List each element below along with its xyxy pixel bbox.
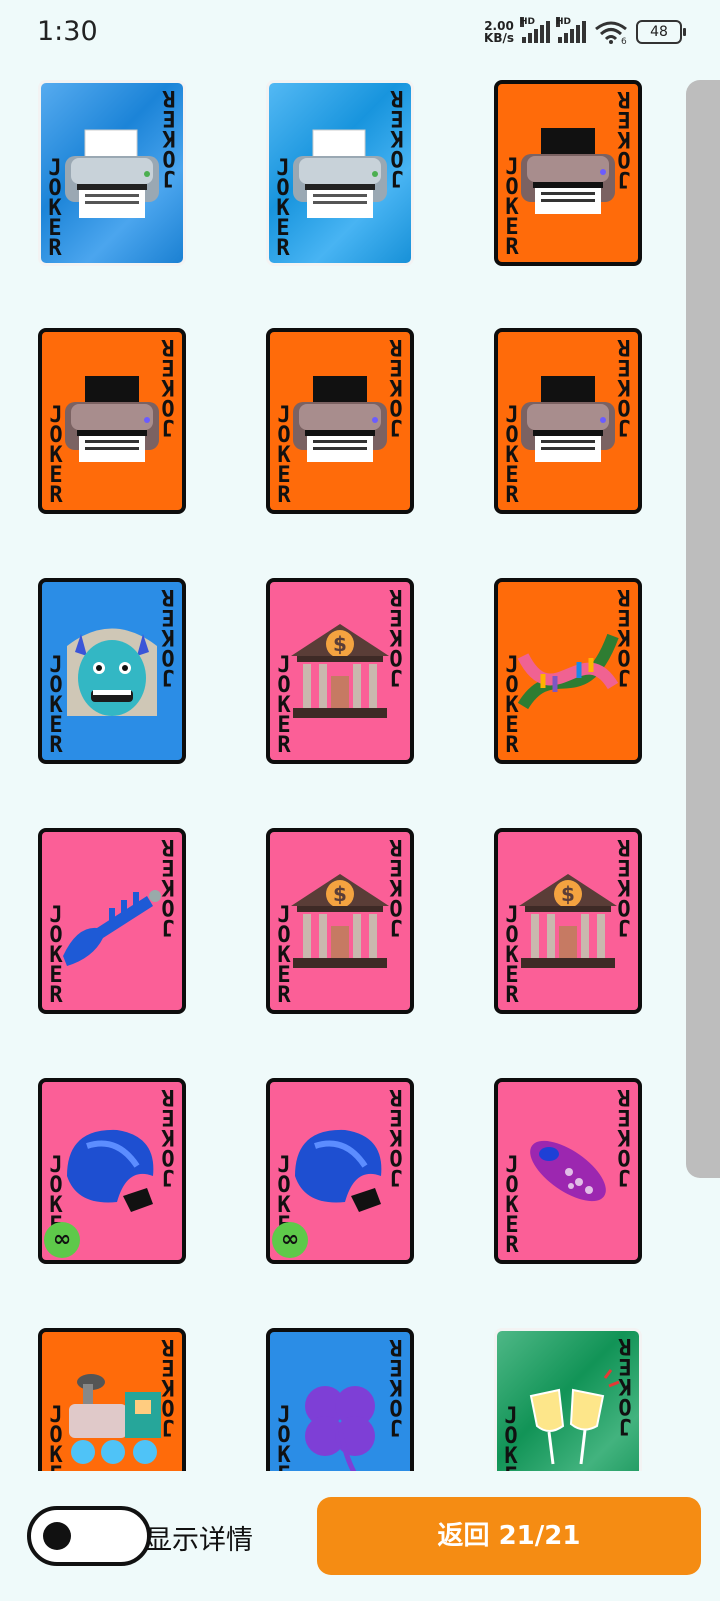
card-label-right: J O K E R xyxy=(389,834,403,939)
card-label-right: J O K E R xyxy=(617,834,631,939)
signal-icon: HD xyxy=(520,17,550,43)
card-label-right: J O K E R xyxy=(390,85,404,190)
card-label-right: J O K E R xyxy=(618,1333,632,1438)
toggle-knob xyxy=(43,1522,71,1550)
card-label-left: J O K E R xyxy=(505,155,519,260)
fortune-cookie-icon xyxy=(57,1116,167,1226)
signal-icon: HD xyxy=(556,17,586,43)
svg-text:$: $ xyxy=(561,882,575,906)
card-label-right: J O K E R xyxy=(389,1084,403,1189)
back-button[interactable]: 返回 21/21 xyxy=(317,1497,701,1575)
joker-card[interactable]: J O K E RJ O K E R xyxy=(266,328,414,514)
card-label-right: J O K E R xyxy=(389,584,403,689)
wifi-icon: 6 xyxy=(595,21,627,44)
network-speed: 2.00 KB/s xyxy=(484,19,514,45)
card-label-left: J O K E R xyxy=(49,403,63,508)
printer-icon xyxy=(57,118,167,228)
card-label-right: J O K E R xyxy=(161,1084,175,1189)
bank-icon: $ xyxy=(513,866,623,976)
printer-icon xyxy=(285,118,395,228)
card-label-right: J O K E R xyxy=(617,1084,631,1189)
card-label-left: J O K E R xyxy=(505,403,519,508)
clock: 1:30 xyxy=(37,16,98,47)
card-label-left: J O K E R xyxy=(505,903,519,1008)
svg-text:$: $ xyxy=(333,632,347,656)
show-details-toggle[interactable] xyxy=(27,1506,151,1566)
joker-card[interactable]: J O K E RJ O K E R xyxy=(38,828,186,1014)
joker-card[interactable]: J O K E RJ O K E R xyxy=(38,328,186,514)
locomotive-icon xyxy=(57,1366,167,1471)
joker-card[interactable]: J O K E RJ O K E R xyxy=(38,578,186,764)
card-label-right: J O K E R xyxy=(161,334,175,439)
joker-card[interactable]: J O K E RJ O K E R xyxy=(494,1328,642,1471)
joker-card[interactable]: J O K E RJ O K E R xyxy=(494,578,642,764)
joker-card[interactable]: J O K E RJ O K E R xyxy=(266,1328,414,1471)
joker-card[interactable]: J O K E RJ O K E R xyxy=(494,1078,642,1264)
card-label-left: J O K E R xyxy=(277,1403,291,1472)
scrollbar[interactable] xyxy=(686,80,720,1178)
joker-card[interactable]: J O K E RJ O K E R xyxy=(38,80,186,266)
card-label-left: J O K E R xyxy=(277,403,291,508)
joker-card[interactable]: J O K E RJ O K E R xyxy=(494,328,642,514)
printer-dark-icon xyxy=(513,366,623,476)
champagne-toast-icon xyxy=(513,1366,623,1471)
printer-dark-icon xyxy=(285,366,395,476)
joker-card[interactable]: J O K E RJ O K E R xyxy=(266,80,414,266)
card-label-left: J O K E R xyxy=(505,1153,519,1258)
card-label-right: J O K E R xyxy=(162,85,176,190)
card-label-left: J O K E R xyxy=(49,653,63,758)
card-label-right: J O K E R xyxy=(389,334,403,439)
status-icons: 2.00 KB/s HD HD 6 48 xyxy=(484,17,686,45)
card-label-left: J O K E R xyxy=(49,1403,63,1472)
microbe-icon xyxy=(513,1116,623,1226)
card-label-right: J O K E R xyxy=(617,334,631,439)
battery-icon: 48 xyxy=(636,20,686,44)
bank-icon: $ xyxy=(285,616,395,726)
infinity-badge: ∞ xyxy=(272,1222,308,1258)
joker-card[interactable]: $ J O K E R J O K E R xyxy=(266,578,414,764)
card-label-right: J O K E R xyxy=(161,1334,175,1439)
card-label-left: J O K E R xyxy=(277,653,291,758)
card-label-right: J O K E R xyxy=(617,584,631,689)
joker-card[interactable]: $ J O K E R J O K E R xyxy=(494,828,642,1014)
joker-card[interactable]: $ J O K E R J O K E R xyxy=(266,828,414,1014)
svg-text:$: $ xyxy=(333,882,347,906)
printer-dark-icon xyxy=(57,366,167,476)
trumpet-icon xyxy=(57,866,167,976)
joker-card[interactable]: J O K E RJ O K E R xyxy=(494,80,642,266)
card-label-left: J O K E R xyxy=(277,903,291,1008)
bank-icon: $ xyxy=(285,866,395,976)
card-label-left: J O K E R xyxy=(276,156,290,261)
four-leaf-clover-icon xyxy=(285,1366,395,1471)
card-grid[interactable]: J O K E R J O K E R J O K E R J O K E R J O … xyxy=(0,78,720,1471)
joker-card[interactable]: J O K E RJ O K E R∞ xyxy=(266,1078,414,1264)
card-label-left: J O K E R xyxy=(49,903,63,1008)
card-label-left: J O K E R xyxy=(48,156,62,261)
card-label-right: J O K E R xyxy=(161,834,175,939)
card-label-left: J O K E R xyxy=(504,1404,518,1472)
joker-card[interactable]: J O K E RJ O K E R∞ xyxy=(38,1078,186,1264)
infinity-badge: ∞ xyxy=(44,1222,80,1258)
card-label-right: J O K E R xyxy=(389,1334,403,1439)
joker-card[interactable]: J O K E RJ O K E R xyxy=(38,1328,186,1471)
card-label-left: J O K E R xyxy=(505,653,519,758)
show-details-label: 显示详情 xyxy=(145,1525,253,1556)
svg-text:6: 6 xyxy=(621,37,627,44)
status-bar: 1:30 2.00 KB/s HD HD 6 48 xyxy=(0,0,720,70)
ogre-icon xyxy=(57,616,167,726)
card-label-right: J O K E R xyxy=(161,584,175,689)
dna-icon xyxy=(513,616,623,726)
printer-dark-icon xyxy=(513,118,623,228)
fortune-cookie-icon xyxy=(285,1116,395,1226)
card-label-right: J O K E R xyxy=(617,86,631,191)
